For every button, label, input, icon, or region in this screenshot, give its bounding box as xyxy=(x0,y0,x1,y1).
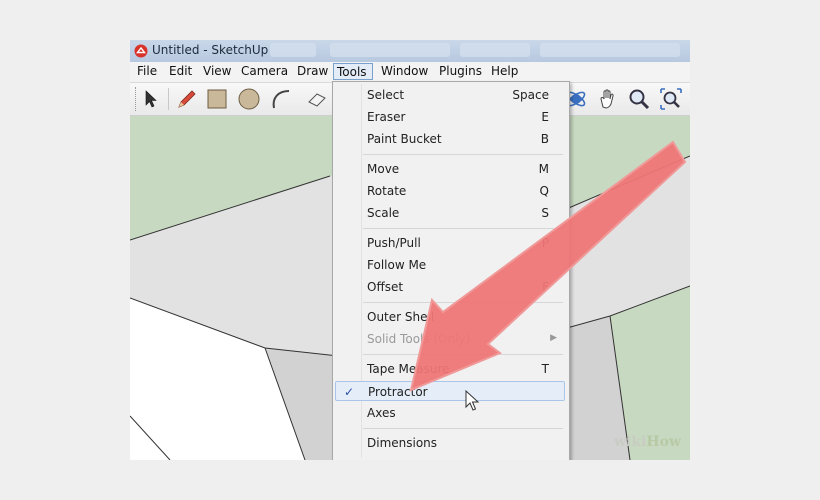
annotation-arrow xyxy=(409,140,687,392)
sketchup-window: Untitled - SketchUp File Edit View Camer… xyxy=(130,40,690,460)
watermark-part2: How xyxy=(646,434,682,450)
watermark-part1: wiki xyxy=(614,434,647,450)
mouse-cursor-icon xyxy=(465,390,480,411)
red-arrow-shape xyxy=(409,140,687,392)
wikihow-watermark: wikiHow xyxy=(614,434,681,450)
